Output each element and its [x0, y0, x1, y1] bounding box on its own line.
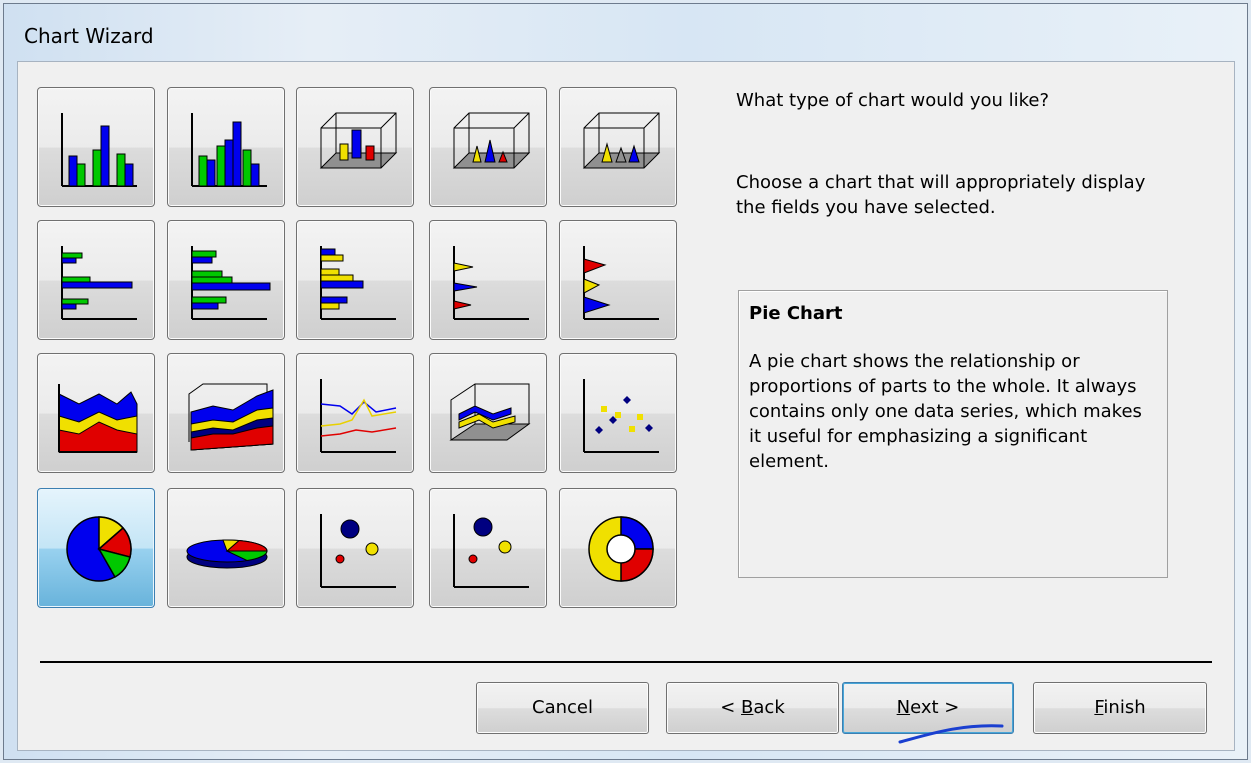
separator-line [40, 661, 1212, 663]
chart-type-column-clustered[interactable] [37, 87, 155, 207]
cancel-button[interactable]: Cancel [476, 682, 649, 734]
chart-type-pie-3d[interactable] [167, 488, 285, 608]
line-icon [320, 379, 397, 453]
bubble-3d-icon [453, 514, 529, 588]
bar-cone-icon [453, 246, 529, 320]
area-icon [58, 384, 138, 453]
instruction-text: Choose a chart that will appropriately d… [736, 172, 1146, 218]
next-button[interactable]: Next > [842, 682, 1014, 734]
area-3d-icon [188, 383, 274, 451]
back-button-access-key: B [741, 697, 754, 718]
column-clustered-icon [61, 113, 137, 187]
chart-description-title: Pie Chart [749, 303, 843, 324]
bar-clustered-icon [61, 246, 137, 320]
pyramid-3d-icon [582, 112, 661, 169]
finish-button[interactable]: Finish [1033, 682, 1207, 734]
chart-type-bar-clustered-3d[interactable] [167, 220, 285, 340]
chart-type-bar-clustered[interactable] [37, 220, 155, 340]
chart-type-bubble[interactable] [296, 488, 414, 608]
bubble-icon [320, 514, 396, 588]
chart-type-scatter[interactable] [559, 353, 677, 473]
chart-type-bar-cone[interactable] [429, 220, 547, 340]
back-button-label-rest: ack [753, 697, 785, 718]
cylinder-3d-icon [319, 112, 398, 169]
chart-description-panel: Pie Chart A pie chart shows the relation… [738, 290, 1168, 578]
chart-type-doughnut[interactable] [559, 488, 677, 608]
chart-type-column-clustered-3d[interactable] [167, 87, 285, 207]
back-button[interactable]: < Back [666, 682, 839, 734]
scatter-icon [583, 379, 659, 453]
next-button-access-key: N [896, 697, 911, 718]
chart-type-pie[interactable] [37, 488, 155, 608]
doughnut-icon [588, 516, 654, 582]
chart-type-cylinder-3d[interactable] [296, 87, 414, 207]
chart-type-line[interactable] [296, 353, 414, 473]
chart-type-bubble-3d[interactable] [429, 488, 547, 608]
bar-clustered-3d-icon [191, 246, 271, 320]
back-button-prefix: < [720, 697, 742, 718]
line-3d-icon [449, 383, 531, 441]
chart-type-area-3d[interactable] [167, 353, 285, 473]
column-clustered-3d-icon [191, 113, 267, 187]
next-button-label-rest: ext > [910, 697, 960, 718]
chart-type-pyramid-3d[interactable] [559, 87, 677, 207]
chart-type-line-3d[interactable] [429, 353, 547, 473]
window-title: Chart Wizard [24, 24, 154, 48]
chart-type-cone-3d[interactable] [429, 87, 547, 207]
bar-cylinder-icon [320, 246, 396, 320]
chart-type-bar-pyramid[interactable] [559, 220, 677, 340]
finish-button-label-rest: inish [1103, 697, 1146, 718]
chart-type-question: What type of chart would you like? [736, 90, 1050, 111]
cone-3d-icon [452, 112, 531, 169]
chart-type-area[interactable] [37, 353, 155, 473]
pie-3d-icon [186, 539, 268, 569]
chart-type-bar-cylinder[interactable] [296, 220, 414, 340]
pie-icon [66, 516, 132, 582]
chart-description-text: A pie chart shows the relationship or pr… [749, 351, 1142, 472]
bar-pyramid-icon [583, 246, 659, 320]
